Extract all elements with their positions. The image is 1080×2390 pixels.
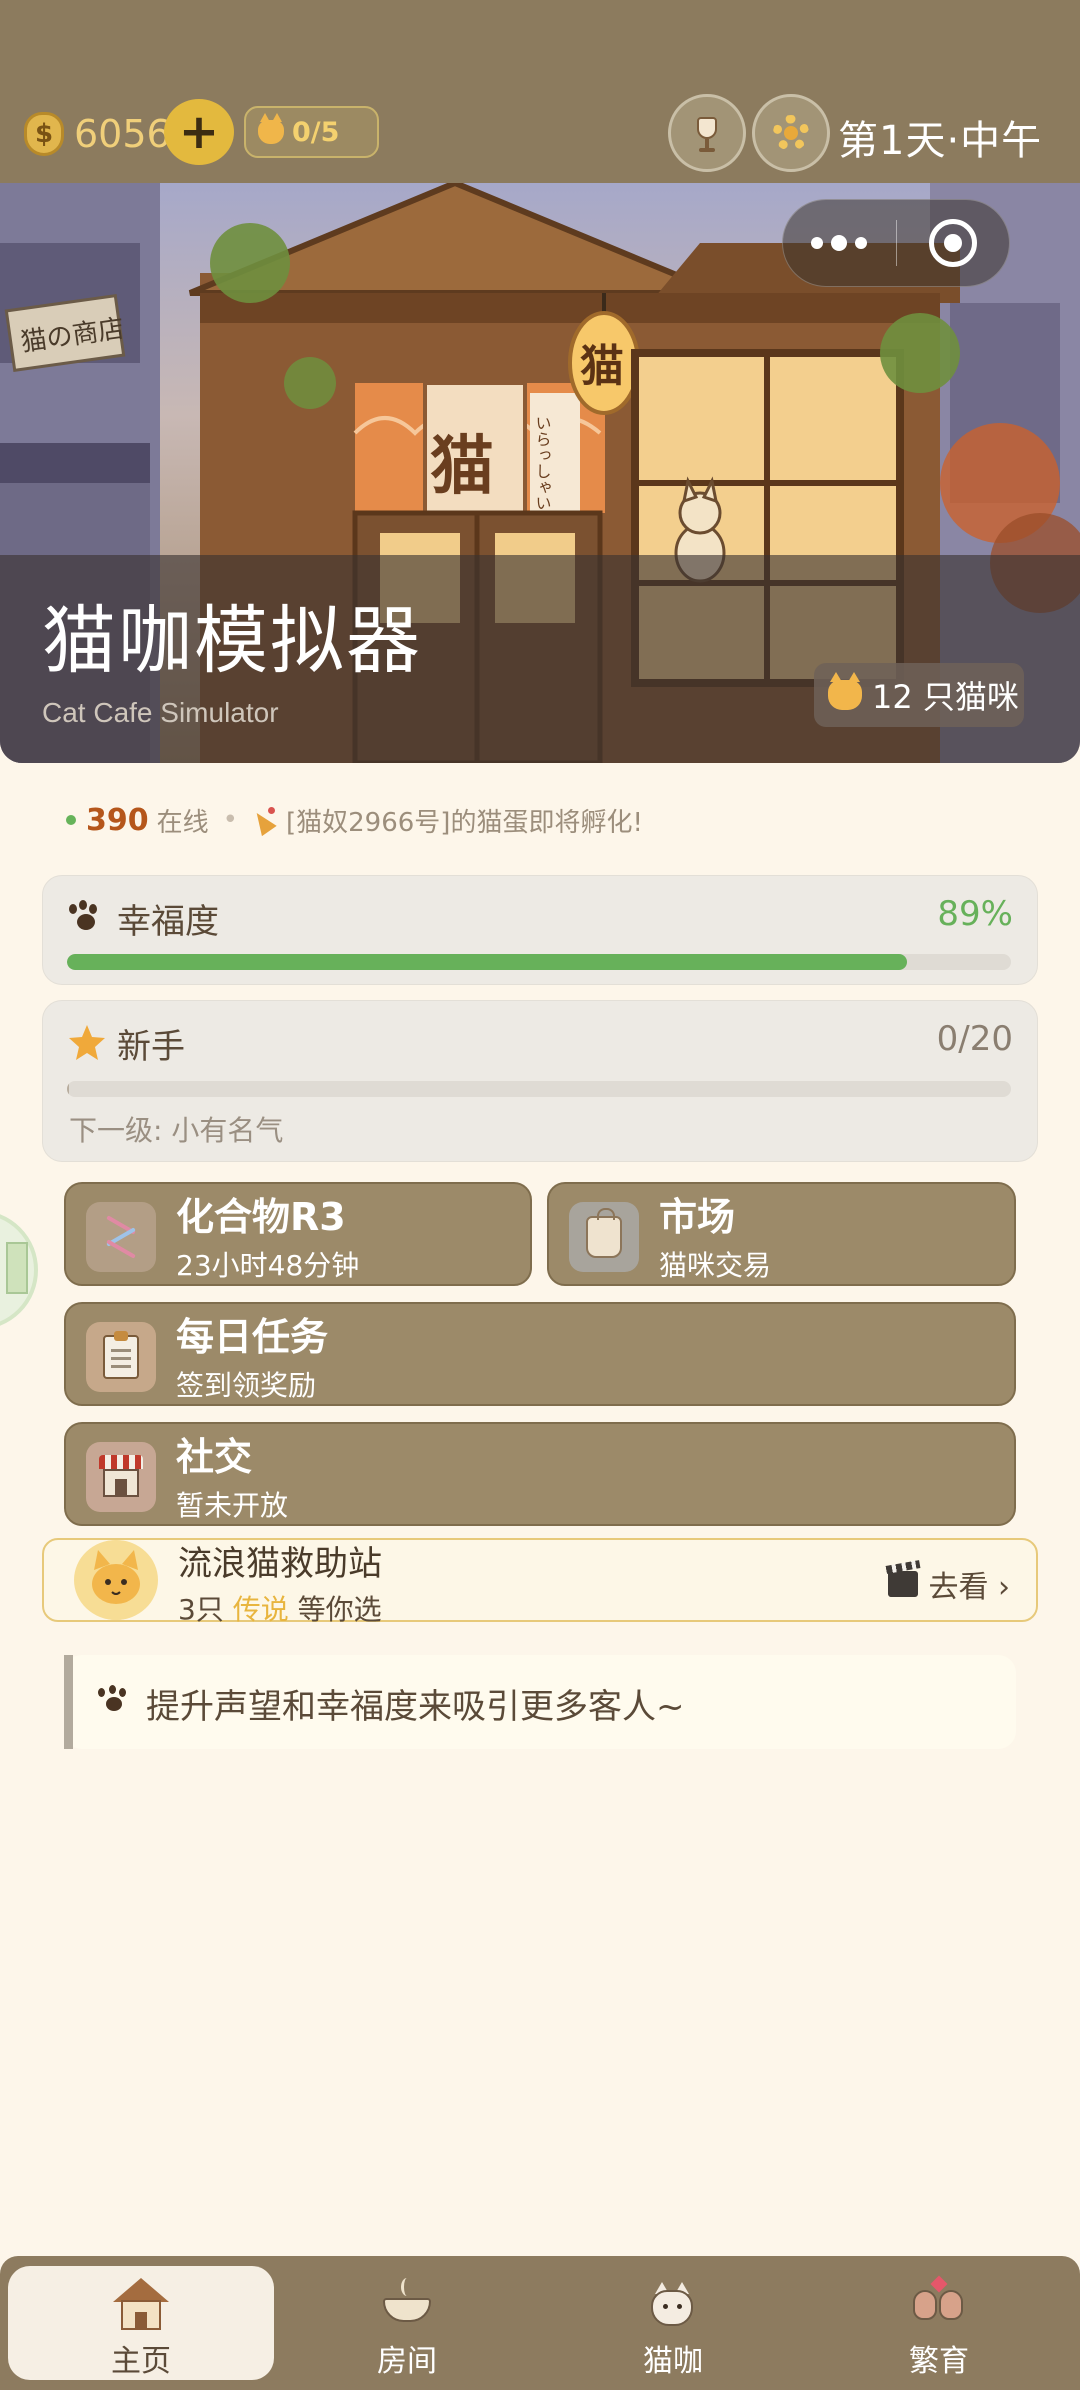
paw-icon — [98, 1685, 134, 1719]
nav-home-label: 主页 — [111, 2344, 171, 2379]
clapperboard-icon — [888, 1571, 919, 1597]
nav-breed[interactable]: 繁育 — [806, 2266, 1072, 2380]
separator-dot: • — [222, 805, 238, 835]
side-floating-widget[interactable] — [0, 1210, 38, 1330]
lantern-text: 猫 — [580, 341, 624, 392]
online-label: 在线 — [156, 807, 209, 838]
rescue-legend-tag: 传说 — [232, 1593, 289, 1626]
hint-tip: 提升声望和幸福度来吸引更多客人~ — [64, 1655, 1016, 1749]
compound-button[interactable]: 化合物R3 23小时48分钟 — [64, 1182, 532, 1286]
level-progress: 0/20 — [936, 1019, 1013, 1059]
add-coins-button[interactable]: + — [164, 99, 234, 165]
social-button[interactable]: 社交 暂未开放 — [64, 1422, 1016, 1526]
stray-cat-rescue-banner[interactable]: 流浪猫救助站 3只 传说 等你选 去看 › — [42, 1538, 1038, 1626]
cat-count-tag[interactable]: 12 只猫咪 — [814, 663, 1024, 727]
mini-program-capsule — [782, 199, 1010, 287]
daily-tasks-subtitle: 签到领奖励 — [176, 1369, 317, 1402]
rescue-count: 3只 — [178, 1593, 224, 1626]
cat-icon — [258, 113, 284, 144]
rescue-suffix: 等你选 — [297, 1593, 382, 1626]
online-count: 390 — [86, 802, 149, 838]
market-title: 市场 — [659, 1195, 736, 1239]
drink-button[interactable] — [668, 94, 746, 172]
nav-home[interactable]: 主页 — [8, 2266, 274, 2380]
online-dot-icon — [66, 815, 76, 825]
ticker-message: [猫奴2966号]的猫蛋即将孵化! — [285, 807, 643, 838]
more-dots-icon[interactable] — [783, 199, 896, 287]
level-label: 新手 — [117, 1027, 185, 1067]
cat-face-icon — [74, 1540, 158, 1620]
market-button[interactable]: 市场 猫咪交易 — [547, 1182, 1016, 1286]
happiness-value: 89% — [937, 894, 1013, 934]
app-subtitle: Cat Cafe Simulator — [42, 697, 279, 728]
cat-slots-count: 0/5 — [292, 116, 340, 148]
nav-cafe[interactable]: 猫咖 — [540, 2266, 806, 2380]
cocktail-icon — [693, 113, 721, 153]
money-bag-icon — [24, 112, 64, 156]
app-title: 猫咖模拟器 — [42, 598, 422, 684]
next-level-label: 下一级: 小有名气 — [69, 1114, 284, 1147]
hero-banner: 猫の商店 猫 いらっしゃいませ 猫 猫咖模拟器 Cat Cafe Simulat… — [0, 183, 1080, 763]
happiness-card: 幸福度 89% — [42, 875, 1038, 985]
level-bar-fill — [67, 1081, 69, 1097]
tip-text: 提升声望和幸福度来吸引更多客人~ — [146, 1687, 685, 1727]
party-popper-icon — [252, 807, 278, 833]
market-subtitle: 猫咪交易 — [659, 1249, 772, 1282]
rescue-title: 流浪猫救助站 — [178, 1544, 382, 1584]
rescue-go-label: 去看 › — [928, 1570, 1010, 1605]
cat-icon — [828, 672, 862, 710]
happiness-label: 幸福度 — [117, 902, 219, 942]
tip-accent-bar — [64, 1655, 73, 1749]
rescue-subtitle: 3只 传说 等你选 — [178, 1588, 382, 1628]
gear-icon — [773, 115, 809, 151]
nav-breed-label: 繁育 — [909, 2344, 969, 2379]
social-title: 社交 — [176, 1435, 253, 1479]
level-card: 新手 0/20 下一级: 小有名气 — [42, 1000, 1038, 1162]
bottom-navigation: 主页 房间 猫咖 繁育 — [0, 2256, 1080, 2390]
mice-couple-icon — [909, 2275, 969, 2326]
daily-tasks-button[interactable]: 每日任务 签到领奖励 — [64, 1302, 1016, 1406]
level-bar — [67, 1081, 1011, 1097]
happiness-bar — [67, 954, 1011, 970]
paw-icon — [67, 900, 103, 934]
settings-button[interactable] — [752, 94, 830, 172]
nav-cafe-label: 猫咖 — [643, 2344, 703, 2379]
compound-timer: 23小时48分钟 — [176, 1249, 360, 1282]
bowl-icon — [377, 2276, 437, 2326]
daily-tasks-title: 每日任务 — [176, 1315, 329, 1359]
dna-icon — [86, 1202, 156, 1272]
happiness-bar-fill — [67, 954, 908, 970]
cat-slots-badge[interactable]: 0/5 — [244, 106, 379, 158]
cafe-shop-icon — [86, 1442, 156, 1512]
day-time-label: 第1天·中午 — [838, 118, 1043, 164]
target-close-icon[interactable] — [897, 199, 1010, 287]
plus-icon: + — [178, 104, 220, 160]
coin-amount: 6056 — [74, 112, 171, 156]
house-icon — [111, 2276, 171, 2330]
cat-count-label: 12 只猫咪 — [872, 678, 1019, 716]
social-subtitle: 暂未开放 — [176, 1489, 289, 1522]
nav-room-label: 房间 — [377, 2344, 437, 2379]
cat-cup-icon — [643, 2276, 703, 2326]
live-ticker: 390 在线 • [猫奴2966号]的猫蛋即将孵化! — [66, 800, 643, 840]
noren-sign-text: 猫 — [430, 430, 494, 504]
compound-title: 化合物R3 — [176, 1195, 346, 1239]
nav-room[interactable]: 房间 — [274, 2266, 540, 2380]
coin-balance: 6056 — [24, 108, 171, 160]
clipboard-icon — [86, 1322, 156, 1392]
shopping-bag-icon — [569, 1202, 639, 1272]
star-icon — [69, 1025, 105, 1060]
top-status-bar: 6056 + 0/5 第1天·中午 — [0, 0, 1080, 183]
rescue-go-link[interactable]: 去看 › — [888, 1562, 1010, 1606]
